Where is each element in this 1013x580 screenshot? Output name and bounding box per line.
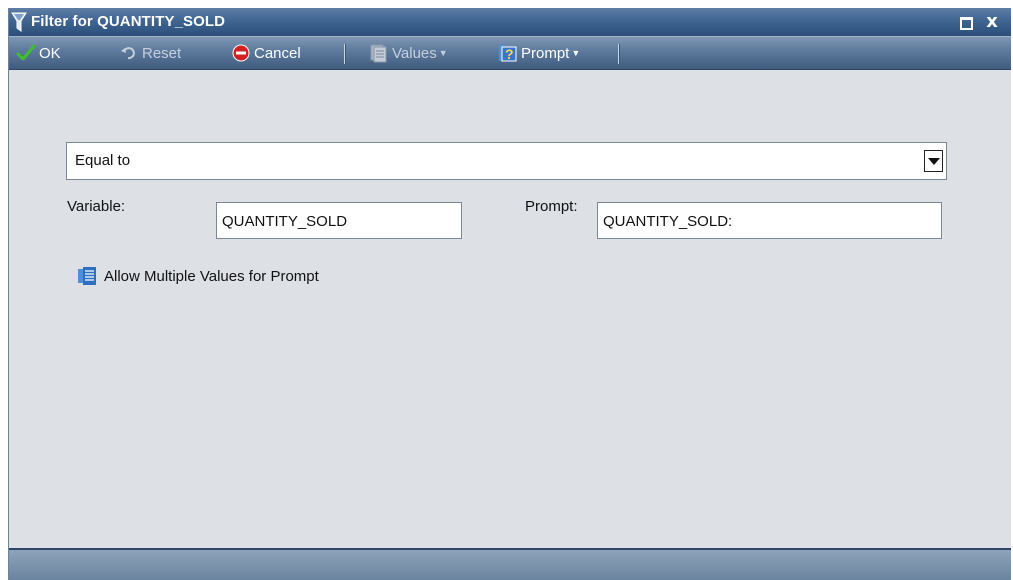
prompt-value: QUANTITY_SOLD: — [603, 213, 733, 230]
reset-button[interactable]: Reset — [119, 41, 181, 65]
cancel-label: Cancel — [254, 44, 301, 62]
prompt-label: Prompt: — [525, 198, 578, 215]
close-button[interactable]: x — [981, 11, 1003, 33]
ok-label: OK — [39, 44, 61, 62]
cancel-stop-icon — [232, 44, 250, 62]
cancel-button[interactable]: Cancel — [231, 41, 301, 65]
filter-dialog: Filter for QUANTITY_SOLD x OK Reset Canc — [8, 8, 1011, 580]
maximize-button[interactable] — [957, 11, 975, 33]
operator-select[interactable]: Equal to — [66, 142, 947, 180]
values-list-icon — [370, 44, 387, 63]
prompt-question-icon: ? — [499, 45, 517, 62]
chevron-down-icon[interactable] — [924, 150, 943, 172]
checkmark-icon — [16, 44, 36, 61]
reset-label: Reset — [142, 44, 182, 62]
filter-funnel-icon — [11, 12, 27, 32]
multi-values-list-icon — [78, 267, 96, 285]
variable-field[interactable]: QUANTITY_SOLD — [216, 202, 462, 239]
values-dropdown-icon: ▼ — [438, 48, 448, 58]
prompt-button-label: Prompt — [521, 44, 570, 62]
maximize-icon — [960, 17, 973, 30]
toolbar-separator — [618, 44, 620, 64]
toolbar: OK Reset Cancel Values ▼ ? Prompt ▼ — [9, 36, 1011, 70]
status-bar — [9, 548, 1011, 580]
ok-button[interactable]: OK — [16, 41, 61, 65]
reset-arrow-icon — [121, 47, 135, 60]
prompt-dropdown-icon: ▼ — [571, 48, 581, 58]
variable-value: QUANTITY_SOLD — [222, 213, 348, 230]
allow-multiple-values-option[interactable]: Allow Multiple Values for Prompt — [77, 264, 319, 288]
operator-value: Equal to — [75, 152, 131, 169]
variable-label: Variable: — [67, 198, 126, 215]
prompt-button[interactable]: ? Prompt ▼ — [498, 41, 580, 65]
allow-multiple-values-label: Allow Multiple Values for Prompt — [104, 267, 319, 285]
values-button[interactable]: Values ▼ — [369, 41, 448, 65]
title-bar[interactable]: Filter for QUANTITY_SOLD x — [9, 8, 1011, 36]
values-label: Values — [392, 44, 437, 62]
toolbar-separator — [344, 44, 346, 64]
svg-text:?: ? — [505, 46, 514, 62]
prompt-field[interactable]: QUANTITY_SOLD: — [597, 202, 942, 239]
window-title: Filter for QUANTITY_SOLD — [31, 13, 226, 30]
